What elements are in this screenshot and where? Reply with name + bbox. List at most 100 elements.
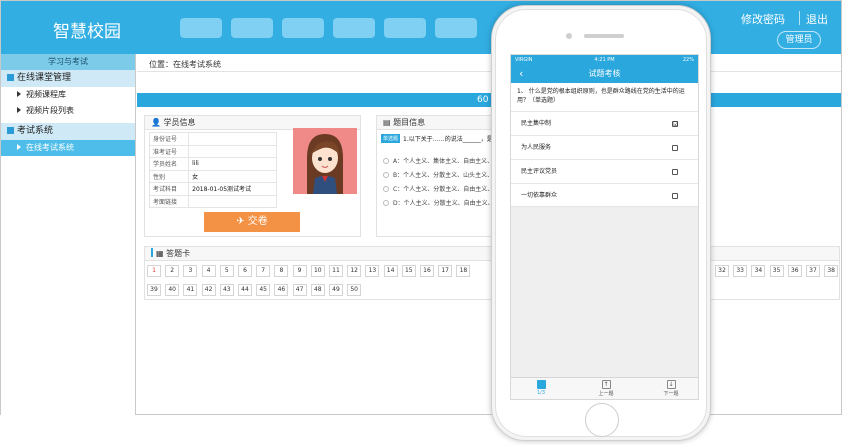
answer-number-39[interactable]: 39: [147, 284, 161, 296]
answer-number-44[interactable]: 44: [238, 284, 252, 296]
row-label: 身份证号: [148, 132, 190, 146]
panel-title: 答题卡: [166, 249, 191, 258]
option-b[interactable]: B：个人主义、分散主义、山头主义、...: [383, 170, 499, 179]
row-value: [188, 194, 277, 208]
home-button[interactable]: [585, 403, 619, 437]
option-label: 民主评议党员: [521, 168, 558, 175]
paper-plane-icon: ✈: [236, 216, 245, 227]
nav-slot-5[interactable]: [384, 18, 426, 38]
sidebar-item-label: 视频课程库: [26, 90, 66, 99]
sidebar-group-exam[interactable]: 考试系统: [1, 123, 135, 140]
answer-number-4[interactable]: 4: [201, 265, 216, 277]
checkbox-icon[interactable]: [672, 169, 678, 175]
square-icon: [7, 74, 14, 81]
answer-number-11[interactable]: 11: [329, 265, 343, 277]
answer-number-8[interactable]: 8: [274, 265, 289, 277]
nav-slot-1[interactable]: [180, 18, 222, 38]
sidebar-item-online-exam[interactable]: 在线考试系统: [1, 140, 135, 156]
logout-link[interactable]: 退出: [806, 11, 828, 27]
tab-previous[interactable]: ↑ 上一题: [586, 380, 626, 397]
submit-label: 交卷: [247, 216, 268, 227]
panel-title: 题目信息: [393, 118, 426, 127]
change-password-link[interactable]: 修改密码: [741, 11, 785, 27]
answer-number-9[interactable]: 9: [292, 265, 307, 277]
option-label: 为人民服务: [521, 144, 552, 151]
answer-number-35[interactable]: 35: [769, 265, 784, 277]
question-info-panel: ▤ 题目信息 单选题 1.以下关于……的说法______，是 A：个人主义、集体…: [376, 115, 499, 237]
answer-number-38[interactable]: 38: [824, 265, 839, 277]
table-row: 性别女: [148, 169, 277, 183]
admin-button[interactable]: 管理员: [777, 31, 821, 49]
nav-slot-2[interactable]: [231, 18, 273, 38]
radio-icon: [383, 186, 389, 192]
answer-number-45[interactable]: 45: [256, 284, 271, 296]
table-row: 学员姓名 lili: [148, 157, 277, 171]
accent-bar: [151, 248, 153, 257]
answer-number-37[interactable]: 37: [806, 265, 820, 277]
submit-exam-button[interactable]: ✈ 交卷: [204, 212, 300, 232]
nav-slot-3[interactable]: [282, 18, 324, 38]
answer-number-36[interactable]: 36: [787, 265, 802, 277]
checkbox-icon[interactable]: [672, 145, 678, 151]
phone-option-4[interactable]: 一切依靠群众: [511, 183, 698, 207]
nav-slot-6[interactable]: [435, 18, 477, 38]
row-label: 准考证号: [148, 144, 190, 158]
sidebar-item-video-clips[interactable]: 视频片段列表: [1, 103, 135, 119]
answer-number-46[interactable]: 46: [274, 284, 289, 296]
phone-nav-title: 试题考核: [588, 69, 621, 78]
option-label: 民主集中制: [521, 120, 552, 127]
option-a[interactable]: A：个人主义、集体主义、自由主义、...: [383, 156, 499, 165]
answer-number-43[interactable]: 43: [219, 284, 234, 296]
answer-number-10[interactable]: 10: [310, 265, 325, 277]
nav-slot-4[interactable]: [333, 18, 375, 38]
answer-number-7[interactable]: 7: [256, 265, 271, 277]
answer-number-17[interactable]: 17: [438, 265, 453, 277]
answer-number-47[interactable]: 47: [292, 284, 307, 296]
triangle-right-icon: [17, 144, 21, 150]
answer-number-50[interactable]: 50: [347, 284, 362, 296]
sidebar: 学习与考试 在线课堂管理 视频课程库 视频片段列表 考试系统 在线考试系统: [1, 54, 136, 415]
tab-next[interactable]: ↓ 下一题: [651, 380, 691, 397]
table-row: 准考证号: [148, 144, 277, 158]
tab-progress[interactable]: 1/3: [521, 380, 561, 396]
answer-number-15[interactable]: 15: [401, 265, 416, 277]
phone-option-3[interactable]: 民主评议党员: [511, 159, 698, 183]
triangle-right-icon: [17, 91, 21, 97]
phone-mockup: VIRGIN 4:21 PM 22% ‹ 试题考核 1、 什么是党的根本组织原则…: [491, 5, 711, 441]
answer-number-34[interactable]: 34: [751, 265, 766, 277]
answer-number-33[interactable]: 33: [733, 265, 748, 277]
row-value: [188, 144, 277, 158]
answer-number-14[interactable]: 14: [383, 265, 398, 277]
answer-number-48[interactable]: 48: [310, 284, 325, 296]
phone-option-2[interactable]: 为人民服务: [511, 135, 698, 159]
answer-number-49[interactable]: 49: [329, 284, 343, 296]
checkbox-icon[interactable]: [672, 193, 678, 199]
answer-number-6[interactable]: 6: [238, 265, 252, 277]
answer-number-42[interactable]: 42: [201, 284, 216, 296]
option-d[interactable]: D：个人主义、分散主义、自由主义、...: [383, 198, 499, 207]
option-c[interactable]: C：个人主义、分散主义、自由主义、...: [383, 184, 499, 193]
answer-number-2[interactable]: 2: [165, 265, 180, 277]
answer-number-1[interactable]: 1: [147, 265, 161, 277]
answer-number-18[interactable]: 18: [456, 265, 471, 277]
top-header: 智慧校园 修改密码 退出 管理员: [1, 1, 841, 54]
answer-number-32[interactable]: 32: [715, 265, 729, 277]
checkbox-icon[interactable]: ☑: [672, 121, 678, 128]
battery-level: 22%: [682, 57, 694, 63]
row-label: 性别: [148, 169, 190, 183]
tab-label: 下一题: [663, 391, 679, 397]
answer-number-12[interactable]: 12: [347, 265, 362, 277]
answer-number-3[interactable]: 3: [183, 265, 198, 277]
sidebar-group-classroom[interactable]: 在线课堂管理: [1, 70, 135, 87]
student-avatar-illustration: [307, 134, 343, 194]
phone-option-1[interactable]: 民主集中制 ☑: [511, 111, 698, 135]
answer-number-41[interactable]: 41: [183, 284, 198, 296]
tab-label: 1/3: [536, 390, 546, 396]
answer-number-16[interactable]: 16: [420, 265, 434, 277]
sidebar-item-video-library[interactable]: 视频课程库: [1, 87, 135, 103]
answer-number-5[interactable]: 5: [219, 265, 234, 277]
answer-number-40[interactable]: 40: [165, 284, 180, 296]
row-label: 考面链接: [148, 194, 190, 208]
answer-number-13[interactable]: 13: [365, 265, 380, 277]
back-icon[interactable]: ‹: [519, 65, 523, 83]
